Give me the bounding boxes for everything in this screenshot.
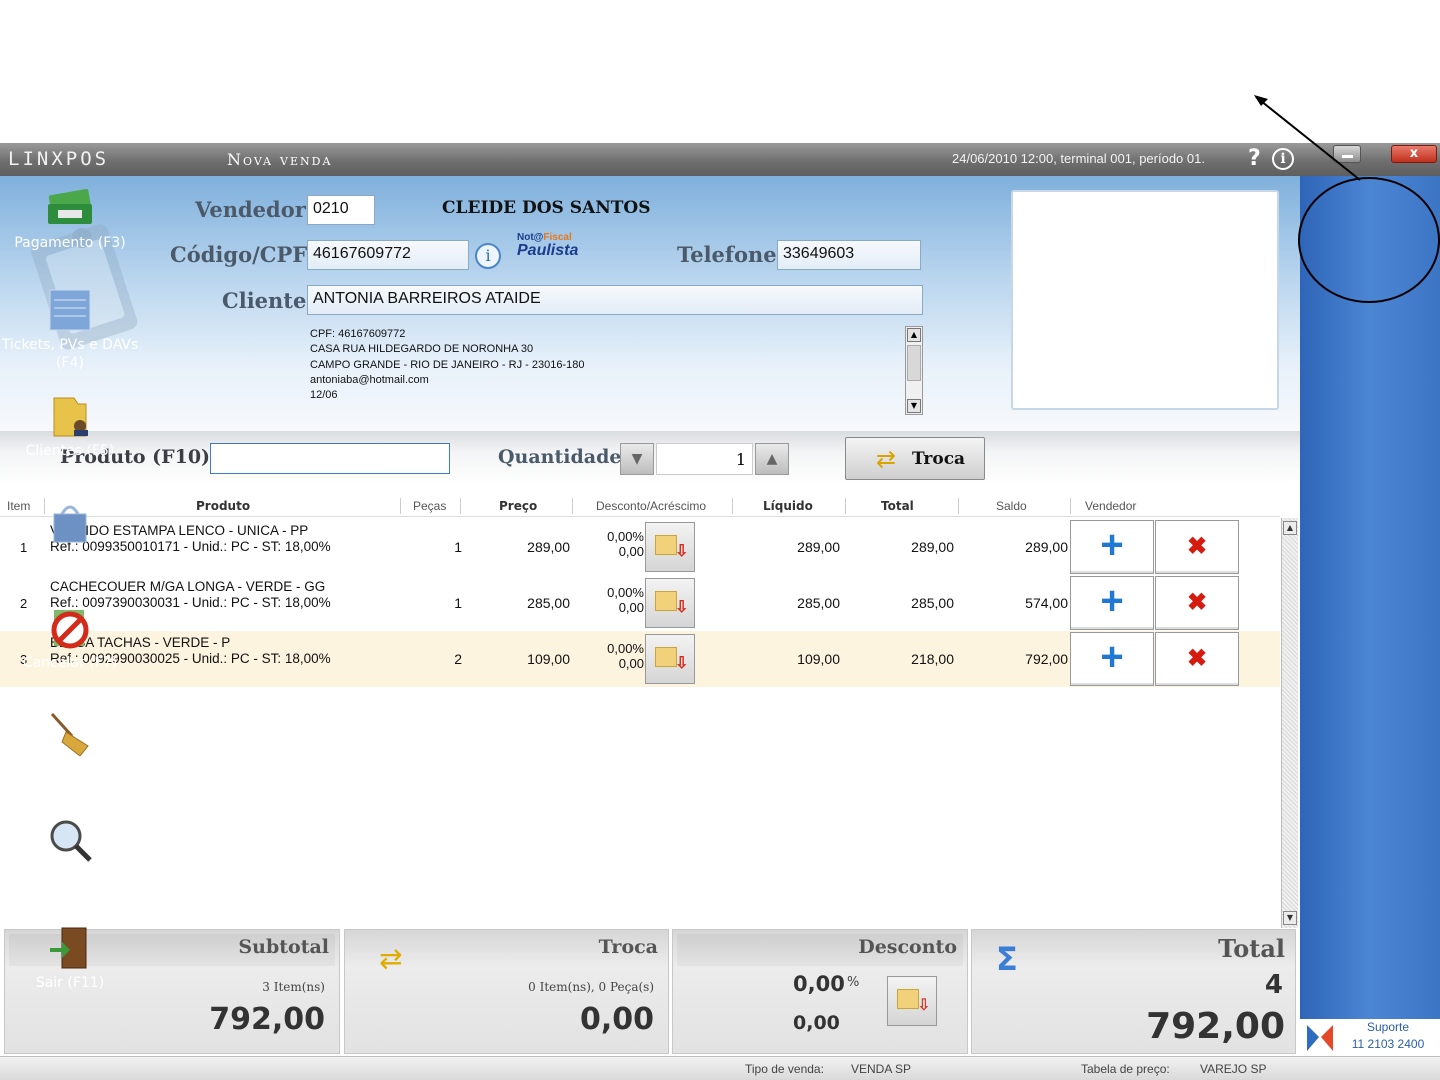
cpf-field[interactable]: 46167609772 bbox=[307, 240, 469, 270]
table-row-selected[interactable]: 3 BLUSA TACHAS - VERDE - P Ref.: 0092990… bbox=[0, 631, 1280, 687]
vendedor-label: Vendedor bbox=[195, 197, 306, 222]
title-bar: LINXPOS Nova venda 24/06/2010 12:00, ter… bbox=[0, 143, 1440, 176]
produto-input[interactable] bbox=[210, 443, 450, 474]
sair-button[interactable]: Sair (F11) bbox=[0, 926, 140, 992]
pos-window: LINXPOS Nova venda 24/06/2010 12:00, ter… bbox=[0, 0, 1440, 1080]
quantity-decrement-button[interactable]: ▼ bbox=[620, 443, 654, 475]
telefone-field[interactable]: 33649603 bbox=[777, 240, 921, 270]
vendedor-name: CLEIDE DOS SANTOS bbox=[442, 198, 651, 218]
col-vendedor: Vendedor bbox=[1085, 499, 1137, 513]
items-table-header: Item Produto Peças Preço Desconto/Acrésc… bbox=[0, 495, 1280, 517]
vendedor-code-field[interactable]: 0210 bbox=[307, 195, 375, 225]
desconto-percent: 0,00 bbox=[793, 972, 845, 996]
clientes-button[interactable]: Clientes (F5) bbox=[0, 394, 140, 460]
troca-button[interactable]: ⇄ Troca bbox=[845, 437, 985, 480]
pagamento-button[interactable]: Pagamento (F3) bbox=[0, 186, 140, 252]
exchange-icon: ⇄ bbox=[379, 942, 403, 975]
sigma-icon: Σ bbox=[996, 940, 1018, 978]
shopping-bag-icon bbox=[53, 505, 87, 543]
tipo-venda-value: VENDA SP bbox=[851, 1062, 912, 1076]
cliente-label: Cliente bbox=[222, 288, 307, 313]
window-title: Nova venda bbox=[227, 150, 333, 169]
col-preco: Preço bbox=[499, 499, 538, 513]
minimize-button[interactable] bbox=[1333, 145, 1361, 163]
tickets-button[interactable]: Tickets, PVs e DAVs (F4) bbox=[0, 288, 140, 372]
desconto-panel: Desconto 0,00 % 0,00 ⇩ bbox=[672, 929, 968, 1054]
telefone-label: Telefone bbox=[677, 242, 777, 267]
desconto-value: 0,00 bbox=[793, 1012, 840, 1034]
total-panel: Σ Total 4 792,00 bbox=[971, 929, 1296, 1054]
tabela-preco-label: Tabela de preço: bbox=[1081, 1062, 1170, 1076]
table-scrollbar[interactable]: ▲ ▼ bbox=[1281, 518, 1298, 928]
quantity-field[interactable]: 1 bbox=[656, 443, 753, 475]
total-discount-button[interactable]: ⇩ bbox=[887, 976, 937, 1026]
cancel-icon bbox=[51, 610, 89, 649]
col-saldo: Saldo bbox=[996, 499, 1027, 513]
money-icon bbox=[48, 188, 92, 224]
customer-photo bbox=[1011, 190, 1279, 410]
discount-button[interactable]: ⇩ bbox=[645, 522, 695, 572]
add-quantity-button[interactable]: + bbox=[1070, 632, 1154, 686]
cpf-label: Código/CPF bbox=[170, 242, 308, 267]
table-row[interactable]: 2 CACHECOUER M/GA LONGA - VERDE - GG Ref… bbox=[0, 575, 1280, 631]
tipo-venda-button[interactable]: Tipo de venda (F6) bbox=[0, 500, 140, 566]
col-pecas: Peças bbox=[413, 499, 447, 513]
exit-door-icon bbox=[50, 927, 87, 969]
limpar-button[interactable]: Limpar (F8) bbox=[0, 712, 140, 778]
tickets-icon bbox=[49, 289, 91, 331]
add-quantity-button[interactable]: + bbox=[1070, 520, 1154, 574]
remove-item-button[interactable]: ✖ bbox=[1155, 632, 1239, 686]
add-quantity-button[interactable]: + bbox=[1070, 576, 1154, 630]
about-info-icon[interactable]: i bbox=[1272, 148, 1294, 170]
exchange-icon: ⇄ bbox=[876, 445, 897, 473]
help-icon[interactable]: ? bbox=[1248, 146, 1261, 171]
cancelar-button[interactable]: Cancelar (F7) bbox=[0, 606, 140, 672]
address-scrollbar[interactable]: ▲ ▼ bbox=[905, 326, 923, 415]
close-button[interactable]: x bbox=[1391, 145, 1437, 163]
cliente-field[interactable]: ANTONIA BARREIROS ATAIDE bbox=[307, 285, 923, 315]
linx-logo-icon bbox=[1307, 1025, 1333, 1051]
remove-item-button[interactable]: ✖ bbox=[1155, 576, 1239, 630]
quantidade-label: Quantidade bbox=[498, 446, 622, 468]
discount-button[interactable]: ⇩ bbox=[645, 634, 695, 684]
customer-info-icon[interactable]: i bbox=[475, 243, 501, 269]
remove-item-button[interactable]: ✖ bbox=[1155, 520, 1239, 574]
magnifier-icon bbox=[50, 820, 92, 862]
discount-button[interactable]: ⇩ bbox=[645, 578, 695, 628]
support-info: Suporte 11 2103 2400 bbox=[1300, 1019, 1440, 1056]
broom-icon bbox=[50, 712, 89, 756]
total-count: 4 bbox=[1264, 970, 1283, 1000]
col-desconto: Desconto/Acréscimo bbox=[596, 499, 707, 513]
app-brand: LINXPOS bbox=[8, 148, 110, 170]
col-liquido: Líquido bbox=[763, 499, 813, 513]
table-row[interactable]: 1 VESTIDO ESTAMPA LENCO - UNICA - PP Ref… bbox=[0, 519, 1280, 575]
col-produto: Produto bbox=[196, 499, 251, 513]
tipo-venda-label: Tipo de venda: bbox=[745, 1062, 824, 1076]
status-bar: Tipo de venda: VENDA SP Tabela de preço:… bbox=[0, 1056, 1440, 1080]
col-total: Total bbox=[881, 499, 914, 513]
precos-button[interactable]: Preços (F9) bbox=[0, 818, 140, 884]
clients-folder-icon bbox=[53, 397, 88, 437]
nota-fiscal-paulista-logo: Not@Fiscal Paulista bbox=[517, 232, 579, 259]
troca-panel: ⇄ Troca 0 Item(ns), 0 Peça(s) 0,00 bbox=[344, 929, 669, 1054]
quantity-increment-button[interactable]: ▲ bbox=[755, 443, 789, 475]
action-sidebar bbox=[1300, 176, 1440, 1056]
tabela-preco-value: VAREJO SP bbox=[1200, 1062, 1267, 1076]
customer-address: CPF: 46167609772 CASA RUA HILDEGARDO DE … bbox=[310, 328, 585, 402]
annotation-arrowhead bbox=[1254, 95, 1268, 106]
session-info: 24/06/2010 12:00, terminal 001, período … bbox=[952, 151, 1205, 166]
